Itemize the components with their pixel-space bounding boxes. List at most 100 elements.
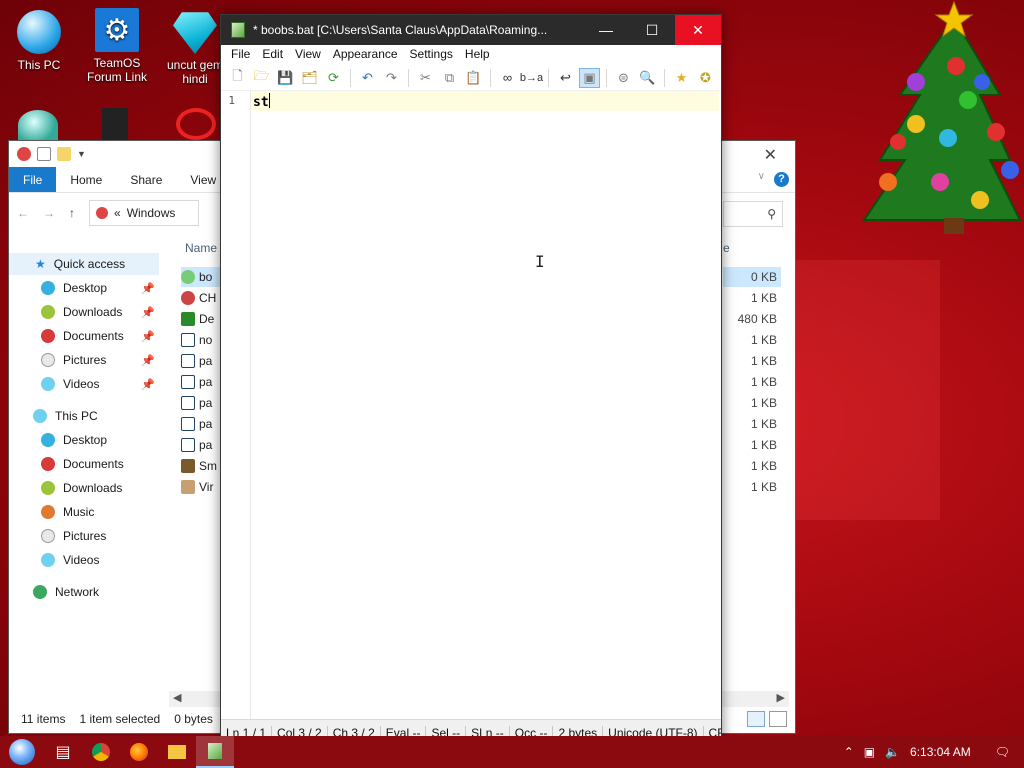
large-icons-view-button[interactable]	[769, 711, 787, 727]
file-row[interactable]: pa	[181, 351, 221, 371]
desktop-app-icon[interactable]	[102, 108, 128, 140]
file-row[interactable]: pa	[181, 414, 221, 434]
menu-file[interactable]: File	[225, 45, 256, 65]
editor-text[interactable]: st	[253, 93, 270, 110]
nav-network[interactable]: Network	[9, 581, 159, 603]
column-header-size[interactable]: e	[723, 241, 730, 255]
notepad-window[interactable]: * boobs.bat [C:\Users\Santa Claus\AppDat…	[220, 14, 722, 746]
redo-icon[interactable]: ↷	[381, 68, 402, 88]
nav-pc-desktop[interactable]: Desktop	[9, 429, 159, 451]
nav-pc-videos[interactable]: Videos	[9, 549, 159, 571]
forward-arrow-icon[interactable]: →	[43, 206, 55, 220]
nav-quick-downloads[interactable]: Downloads 📌	[9, 301, 159, 323]
task-view-icon[interactable]: ▤	[44, 736, 82, 768]
ribbon-expand-icon[interactable]: ∨	[758, 171, 765, 182]
undo-icon[interactable]: ↶	[357, 68, 378, 88]
zoom-toggle-icon[interactable]: ▣	[579, 67, 600, 88]
chrome-icon[interactable]	[82, 736, 120, 768]
menu-appearance[interactable]: Appearance	[327, 45, 404, 65]
search-input[interactable]: ⚲	[723, 201, 783, 227]
new-file-icon[interactable]: 🗋	[227, 68, 248, 88]
file-row[interactable]: Sm	[181, 456, 221, 476]
save-icon[interactable]: 💾	[275, 68, 296, 88]
menu-help[interactable]: Help	[459, 45, 496, 65]
desktop-heart-icon[interactable]	[176, 108, 216, 140]
scroll-right-icon[interactable]: ▶	[777, 691, 785, 704]
file-row[interactable]: no	[181, 330, 221, 350]
file-row[interactable]: De	[181, 309, 221, 329]
notepad-titlebar[interactable]: * boobs.bat [C:\Users\Santa Claus\AppDat…	[221, 15, 721, 45]
paste-icon[interactable]: 📋	[463, 68, 484, 88]
replace-icon[interactable]: b→a	[520, 68, 543, 88]
clock[interactable]: 6:13:04 AM	[910, 745, 971, 759]
file-row[interactable]: bo	[181, 267, 221, 287]
pin-icon[interactable]: 📌	[141, 378, 155, 391]
window-title: * boobs.bat [C:\Users\Santa Claus\AppDat…	[253, 23, 548, 37]
menu-view[interactable]: View	[289, 45, 327, 65]
zoom-out-icon[interactable]: ⊜	[613, 68, 634, 88]
file-name: CH	[199, 291, 217, 305]
details-view-button[interactable]	[747, 711, 765, 727]
file-row[interactable]: pa	[181, 372, 221, 392]
address-box[interactable]: « Windows	[89, 200, 199, 226]
nav-quick-desktop[interactable]: Desktop 📌	[9, 277, 159, 299]
file-row[interactable]: pa	[181, 435, 221, 455]
open-folder-icon[interactable]: 🗁	[251, 68, 272, 88]
firefox-icon[interactable]	[120, 736, 158, 768]
text-editor[interactable]: 1 st	[221, 91, 721, 719]
nav-pc-pictures[interactable]: Pictures	[9, 525, 159, 547]
taskbar: ▤ ⌃ ▣ 🔈 6:13:04 AM 🗨	[0, 736, 1024, 768]
zoom-in-icon[interactable]: 🔍	[637, 68, 658, 88]
copy-icon[interactable]: ⧉	[439, 68, 460, 88]
pin-icon[interactable]: 📌	[141, 282, 155, 295]
recycle-bin-icon[interactable]	[18, 110, 58, 140]
add-favorite-icon[interactable]: ✪	[695, 68, 716, 88]
minimize-button[interactable]: —	[583, 15, 629, 45]
close-icon[interactable]: ✕	[764, 145, 777, 165]
favorites-star-icon[interactable]: ★	[671, 68, 692, 88]
action-center-icon[interactable]: 🗨	[995, 745, 1010, 759]
up-arrow-icon[interactable]: ↑	[69, 206, 75, 220]
nav-pc-documents[interactable]: Documents	[9, 453, 159, 475]
nav-quick-videos[interactable]: Videos 📌	[9, 373, 159, 395]
file-row[interactable]: pa	[181, 393, 221, 413]
nav-pc-music[interactable]: Music	[9, 501, 159, 523]
file-explorer-icon[interactable]	[158, 736, 196, 768]
chevron-down-icon[interactable]: ▼	[77, 149, 86, 159]
tab-file[interactable]: File	[9, 167, 57, 192]
volume-icon[interactable]: 🔈	[885, 745, 900, 759]
word-wrap-icon[interactable]: ↩	[555, 68, 576, 88]
nav-quick-pictures[interactable]: Pictures 📌	[9, 349, 159, 371]
notepad-taskbar-icon[interactable]	[196, 736, 234, 768]
file-row[interactable]: CH	[181, 288, 221, 308]
nav-this-pc[interactable]: This PC	[9, 405, 159, 427]
start-button[interactable]	[0, 736, 44, 768]
pin-icon[interactable]: 📌	[141, 354, 155, 367]
menu-settings[interactable]: Settings	[404, 45, 459, 65]
column-header-name[interactable]: Name	[185, 241, 217, 255]
file-row[interactable]: Vir	[181, 477, 221, 497]
new-folder-icon[interactable]	[57, 147, 71, 161]
help-icon[interactable]: ?	[774, 172, 789, 187]
cut-icon[interactable]: ✂	[415, 68, 436, 88]
tab-home[interactable]: Home	[56, 167, 116, 192]
properties-icon[interactable]	[37, 147, 51, 161]
recent-files-icon[interactable]: ⟳	[323, 68, 344, 88]
browse-icon[interactable]: 🗂	[299, 68, 320, 88]
network-icon[interactable]: ▣	[864, 745, 875, 759]
pin-icon[interactable]: 📌	[141, 306, 155, 319]
maximize-button[interactable]: ☐	[629, 15, 675, 45]
chevron-up-icon[interactable]: ⌃	[844, 745, 854, 759]
back-arrow-icon[interactable]: ←	[17, 206, 29, 220]
pin-icon[interactable]: 📌	[141, 330, 155, 343]
scroll-left-icon[interactable]: ◀	[173, 691, 181, 704]
tab-share[interactable]: Share	[116, 167, 176, 192]
close-button[interactable]: ✕	[675, 15, 721, 45]
desktop-icon-teamos[interactable]: ⚙ TeamOS Forum Link	[80, 8, 154, 84]
nav-quick-documents[interactable]: Documents 📌	[9, 325, 159, 347]
nav-quick-access[interactable]: ★ Quick access	[9, 253, 159, 275]
find-icon[interactable]: ∞	[497, 68, 518, 88]
nav-pc-downloads[interactable]: Downloads	[9, 477, 159, 499]
menu-edit[interactable]: Edit	[256, 45, 289, 65]
desktop-icon-this-pc[interactable]: This PC	[2, 10, 76, 72]
